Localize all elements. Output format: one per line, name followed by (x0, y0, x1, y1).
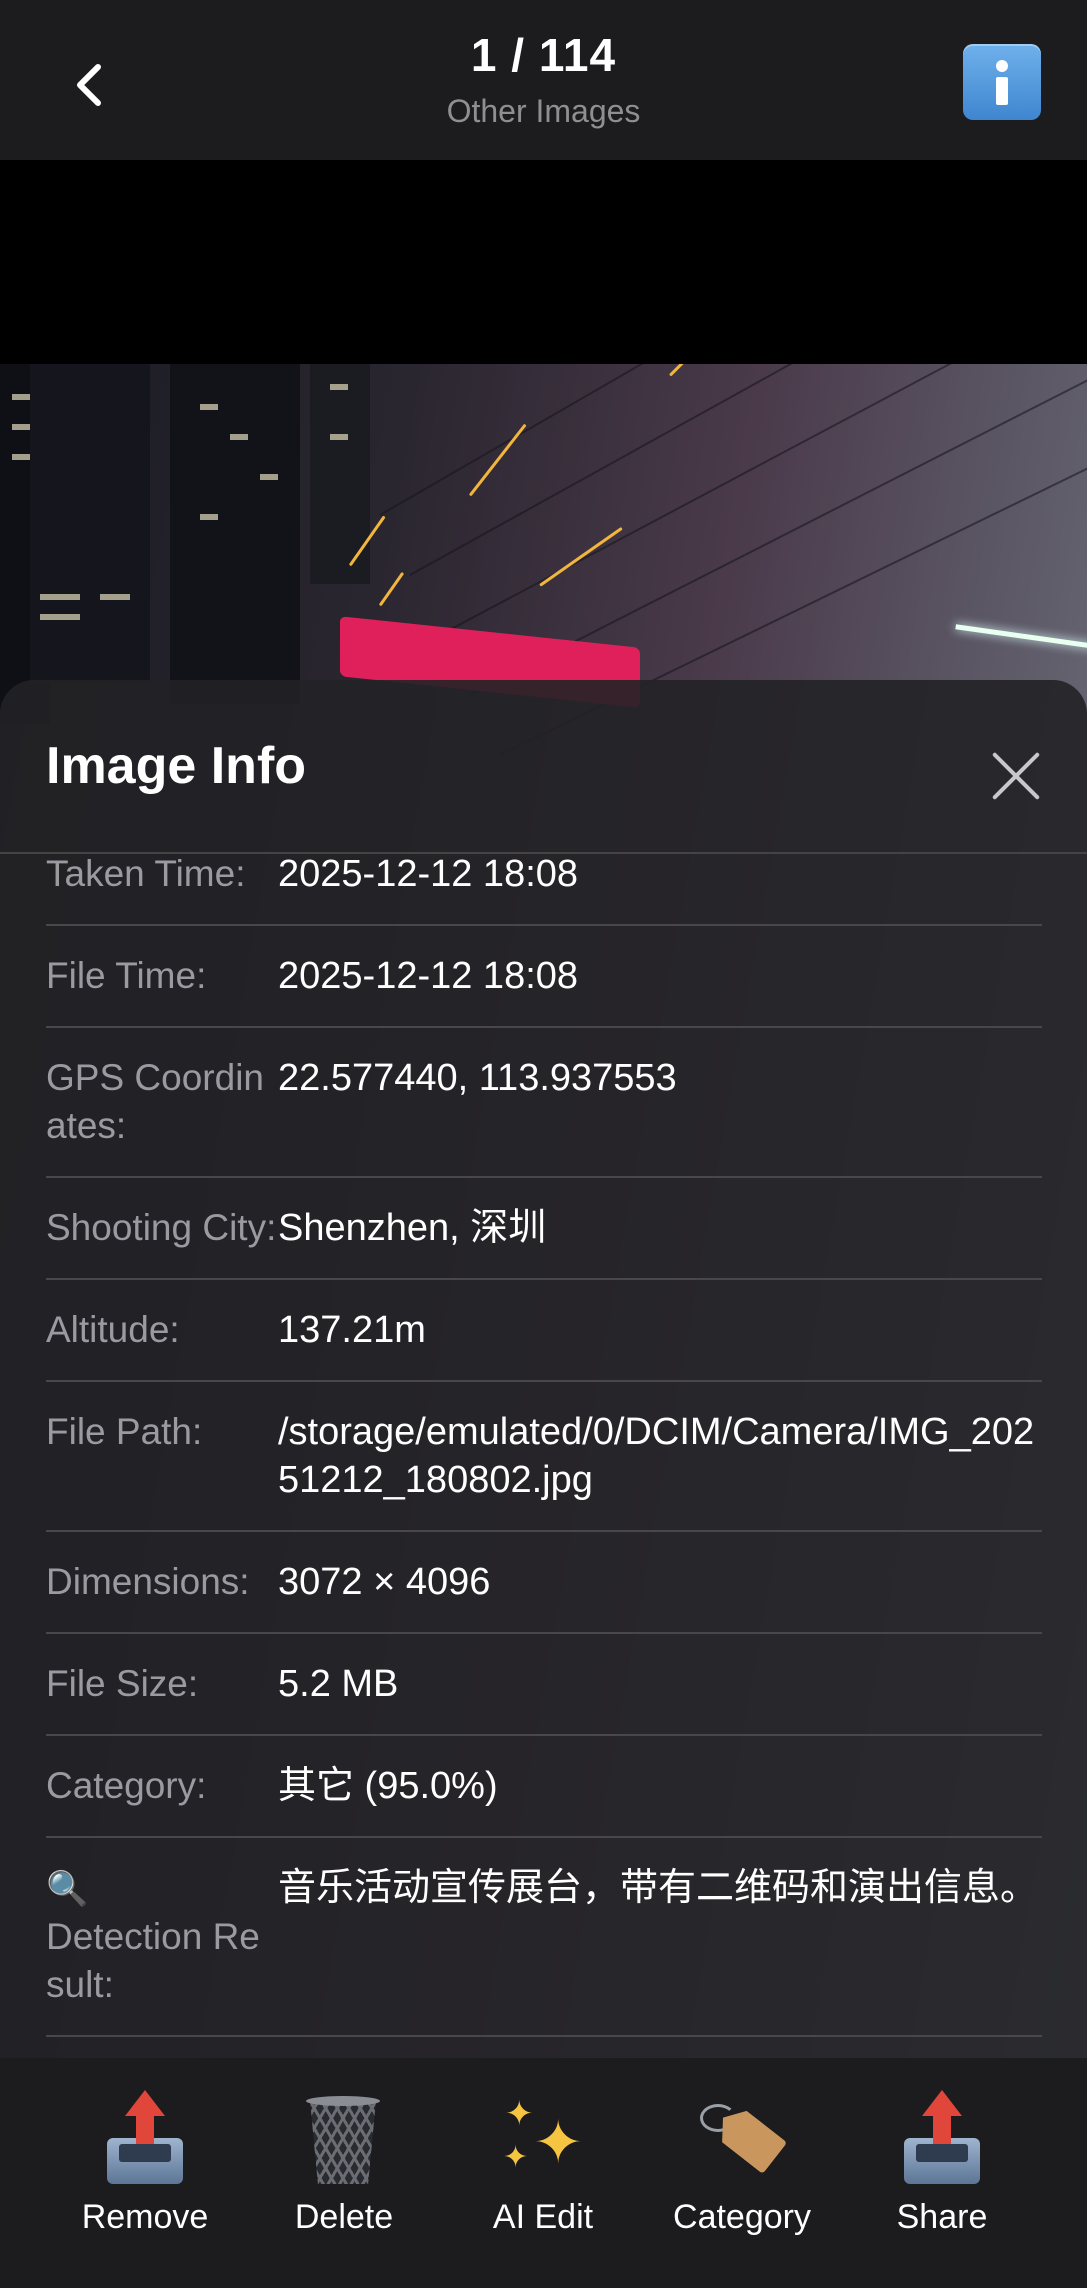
row-label: GPS Coordinates: (46, 1057, 264, 1146)
label-tag-icon (642, 2088, 842, 2198)
row-value: 2025-12-12 18:08 (278, 955, 579, 997)
row-value: 3072 × 4096 (278, 1561, 491, 1603)
info-row-taken-time: Taken Time: 2025-12-12 18:08 (46, 854, 1042, 926)
letterbox (0, 160, 1087, 364)
image-info-sheet: Image Info Taken Time: 2025-12-12 18:08 … (0, 680, 1087, 2288)
row-value: Shenzhen, 深圳 (278, 1207, 547, 1249)
row-value: 22.577440, 113.937553 (278, 1057, 677, 1099)
share-label: Share (896, 2198, 988, 2236)
sheet-header: Image Info (0, 680, 1087, 854)
info-list[interactable]: Taken Time: 2025-12-12 18:08 File Time: … (0, 854, 1087, 2038)
row-label-text: Detection Result: (46, 1916, 260, 2005)
row-value: 2025-12-12 18:08 (278, 854, 579, 895)
row-value: /storage/emulated/0/DCIM/Camera/IMG_2025… (278, 1411, 1035, 1501)
row-label: File Path: (46, 1411, 203, 1452)
row-label: Category: (46, 1765, 207, 1806)
sheet-title: Image Info (46, 737, 307, 795)
info-row-detection: 🔍 Detection Result: 音乐活动宣传展台，带有二维码和演出信息。 (46, 1838, 1042, 2037)
row-label: Shooting City: (46, 1207, 277, 1248)
album-name: Other Images (446, 93, 641, 129)
row-value: 137.21m (278, 1309, 426, 1351)
outbox-tray-icon (842, 2088, 1042, 2198)
close-icon[interactable] (990, 750, 1042, 802)
info-row-category: Category: 其它 (95.0%) (46, 1736, 1042, 1838)
row-value: 音乐活动宣传展台，带有二维码和演出信息。 (278, 1867, 1039, 1909)
delete-button[interactable]: Delete (244, 2088, 444, 2237)
bottom-toolbar: Remove Delete ✦ ✦ ✦ AI Edit Category Sha… (0, 2058, 1087, 2288)
sparkles-icon: ✦ ✦ ✦ (503, 2095, 584, 2176)
info-row-file-time: File Time: 2025-12-12 18:08 (46, 926, 1042, 1028)
info-icon (996, 60, 1008, 105)
share-button[interactable]: Share (842, 2088, 1042, 2237)
info-row-altitude: Altitude: 137.21m (46, 1280, 1042, 1382)
category-label: Category (673, 2198, 811, 2236)
row-label: Altitude: (46, 1309, 180, 1350)
row-value: 5.2 MB (278, 1663, 399, 1705)
category-button[interactable]: Category (642, 2088, 842, 2237)
info-row-file-path: File Path: /storage/emulated/0/DCIM/Came… (46, 1382, 1042, 1532)
top-bar: 1 / 114 Other Images (0, 0, 1087, 160)
row-label: File Time: (46, 955, 207, 996)
row-label: File Size: (46, 1663, 199, 1704)
wastebasket-icon (244, 2088, 444, 2198)
info-button[interactable] (963, 44, 1041, 120)
light-tube (955, 624, 1087, 649)
delete-label: Delete (294, 2198, 394, 2236)
ai-edit-button[interactable]: ✦ ✦ ✦ AI Edit (443, 2088, 643, 2237)
remove-button[interactable]: Remove (45, 2088, 245, 2237)
outbox-tray-icon (45, 2088, 245, 2198)
info-row-file-size: File Size: 5.2 MB (46, 1634, 1042, 1736)
row-label: Taken Time: (46, 854, 246, 894)
image-counter: 1 / 114 (470, 29, 617, 81)
info-row-dimensions: Dimensions: 3072 × 4096 (46, 1532, 1042, 1634)
info-row-gps: GPS Coordinates: 22.577440, 113.937553 (46, 1028, 1042, 1178)
row-label: Dimensions: (46, 1561, 250, 1602)
row-value: 其它 (95.0%) (278, 1765, 498, 1807)
ai-edit-label: AI Edit (492, 2198, 594, 2236)
magnifier-icon: 🔍 (46, 1870, 89, 1908)
remove-label: Remove (81, 2198, 209, 2236)
row-label: 🔍 Detection Result: (46, 1864, 278, 2009)
info-row-city: Shooting City: Shenzhen, 深圳 (46, 1178, 1042, 1280)
